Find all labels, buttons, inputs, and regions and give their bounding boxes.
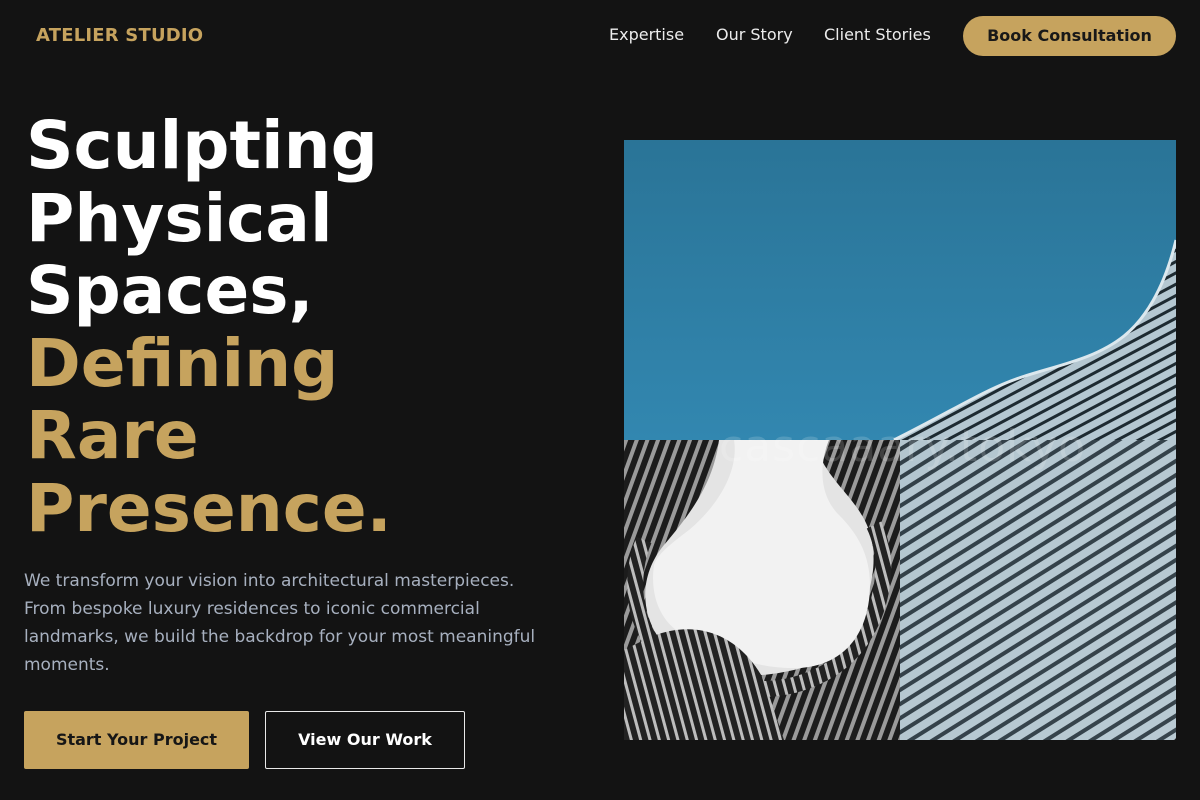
hero-description: We transform your vision into architectu… <box>24 571 536 675</box>
woven-facade-image <box>900 440 1176 740</box>
book-consultation-button[interactable]: Book Consultation <box>963 16 1176 56</box>
hero-heading-line-2: Physical <box>26 179 333 257</box>
hero-heading-line-1: Sculpting <box>26 107 378 184</box>
view-work-button[interactable]: View Our Work <box>265 711 465 769</box>
landing-page: ATELIER STUDIO Expertise Our Story Clien… <box>0 0 1200 800</box>
hero-heading-accent-line-1: Defining <box>26 324 339 402</box>
nav-link-client-stories[interactable]: Client Stories <box>824 25 931 45</box>
bw-tower-image <box>624 440 900 740</box>
start-project-button[interactable]: Start Your Project <box>24 711 249 769</box>
top-navigation: ATELIER STUDIO Expertise Our Story Clien… <box>0 0 1200 72</box>
hero-image-gallery: cascaaary.tokyo <box>624 140 1176 740</box>
hero-heading-accent-line-3: Presence. <box>26 469 392 547</box>
brand-logo[interactable]: ATELIER STUDIO <box>36 25 203 47</box>
hero-heading: Sculpting Physical Spaces, Defining Rare… <box>26 107 586 547</box>
nav-link-expertise[interactable]: Expertise <box>609 25 684 45</box>
hero-heading-accent-line-2: Rare <box>26 397 199 474</box>
hero-heading-line-3: Spaces, <box>26 252 314 329</box>
sky-facade-image <box>624 140 1176 440</box>
nav-link-our-story[interactable]: Our Story <box>716 25 793 45</box>
